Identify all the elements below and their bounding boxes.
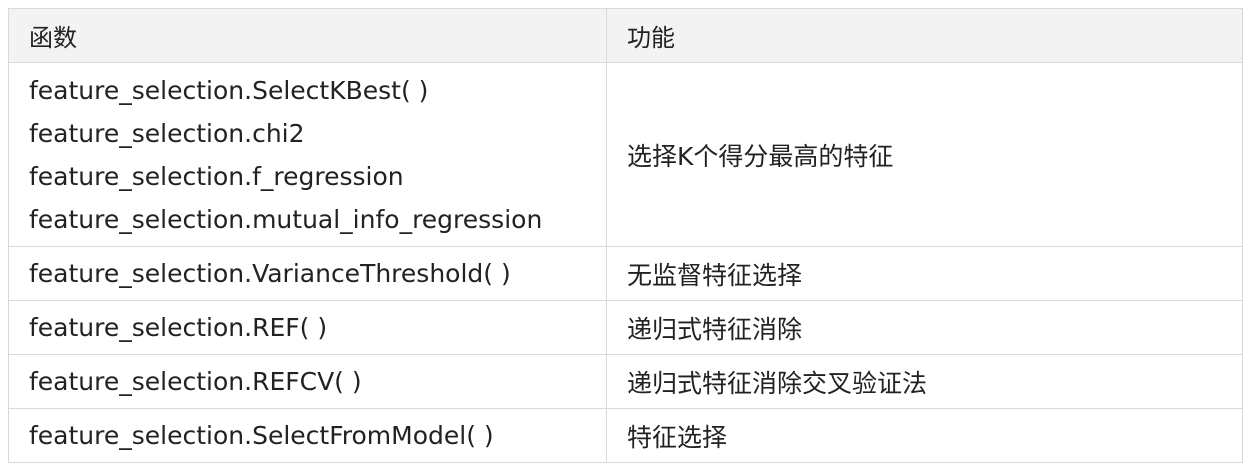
function-name: feature_selection.REF( ) bbox=[29, 313, 328, 342]
table-header: 函数 功能 bbox=[8, 8, 1243, 63]
header-description: 功能 bbox=[606, 8, 1243, 63]
header-row: 函数 功能 bbox=[8, 8, 1243, 63]
function-name: feature_selection.VarianceThreshold( ) bbox=[29, 259, 511, 288]
function-cell: feature_selection.REFCV( ) bbox=[8, 354, 607, 409]
table-row: feature_selection.REF( ) 递归式特征消除 bbox=[8, 300, 1243, 355]
function-cell: feature_selection.VarianceThreshold( ) bbox=[8, 246, 607, 301]
table-row: feature_selection.SelectKBest( ) feature… bbox=[8, 62, 1243, 247]
header-function: 函数 bbox=[8, 8, 607, 63]
table-row: feature_selection.VarianceThreshold( ) 无… bbox=[8, 246, 1243, 301]
description-text: 无监督特征选择 bbox=[627, 260, 803, 290]
function-name: feature_selection.chi2 bbox=[29, 118, 305, 148]
function-name: feature_selection.mutual_info_regression bbox=[29, 204, 543, 234]
function-name: feature_selection.SelectFromModel( ) bbox=[29, 421, 494, 450]
table-row: feature_selection.REFCV( ) 递归式特征消除交叉验证法 bbox=[8, 354, 1243, 409]
description-cell: 递归式特征消除交叉验证法 bbox=[606, 354, 1243, 409]
description-cell: 递归式特征消除 bbox=[606, 300, 1243, 355]
function-name: feature_selection.REFCV( ) bbox=[29, 367, 362, 396]
table-body: feature_selection.SelectKBest( ) feature… bbox=[8, 62, 1243, 463]
description-text: 递归式特征消除 bbox=[627, 314, 803, 344]
function-name: feature_selection.f_regression bbox=[29, 161, 404, 191]
description-text: 选择K个得分最高的特征 bbox=[627, 141, 894, 171]
function-cell: feature_selection.REF( ) bbox=[8, 300, 607, 355]
description-cell: 选择K个得分最高的特征 bbox=[606, 62, 1243, 247]
description-cell: 特征选择 bbox=[606, 408, 1243, 463]
function-name: feature_selection.SelectKBest( ) bbox=[29, 75, 429, 105]
description-text: 特征选择 bbox=[627, 422, 728, 452]
feature-selection-table: 函数 功能 feature_selection.SelectKBest( ) f… bbox=[8, 8, 1243, 463]
function-cell: feature_selection.SelectKBest( ) feature… bbox=[8, 62, 607, 247]
description-text: 递归式特征消除交叉验证法 bbox=[627, 368, 928, 398]
table-row: feature_selection.SelectFromModel( ) 特征选… bbox=[8, 408, 1243, 463]
function-cell: feature_selection.SelectFromModel( ) bbox=[8, 408, 607, 463]
description-cell: 无监督特征选择 bbox=[606, 246, 1243, 301]
